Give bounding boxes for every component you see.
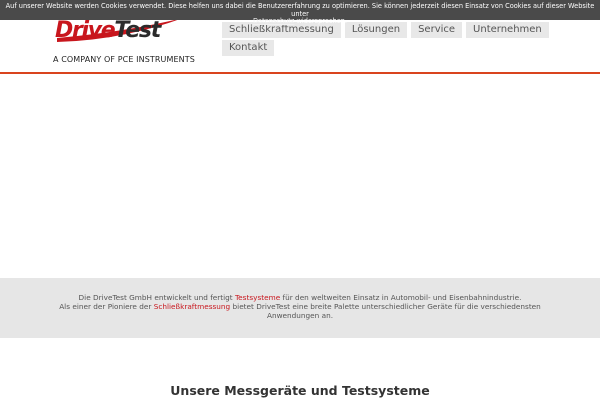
intro-text: für den weltweiten Einsatz in Automobil-… — [282, 293, 522, 302]
drivetest-logo[interactable]: DriveTest A COMPANY OF PCE INSTRUMENTS — [53, 16, 195, 66]
testsysteme-link[interactable]: Testsysteme — [235, 293, 280, 302]
cookie-text-end: widersprechen. — [296, 17, 348, 26]
nav-item-unternehmen[interactable]: Unternehmen — [466, 22, 549, 38]
cookie-notice: Auf unserer Website werden Cookies verwe… — [0, 0, 600, 25]
intro-text: bietet DriveTest eine breite Palette unt… — [232, 301, 541, 320]
privacy-link[interactable]: Datenschutz — [253, 17, 294, 25]
logo-subtitle: A COMPANY OF PCE INSTRUMENTS — [53, 55, 195, 64]
cookie-text: Auf unserer Website werden Cookies verwe… — [5, 2, 595, 18]
intro-text: Die DriveTest GmbH entwickelt und fertig… — [78, 293, 233, 302]
intro-text: Als einer der Pioniere der — [59, 301, 152, 311]
logo-test-text: Test — [114, 18, 161, 43]
logo-drive-text: Drive — [55, 18, 116, 43]
nav-item-kontakt[interactable]: Kontakt — [222, 40, 275, 56]
schliesskraftmessung-link[interactable]: Schließkraftmessung — [154, 302, 231, 311]
section-title: Unsere Messgeräte und Testsysteme — [170, 383, 430, 398]
nav-item-loesungen[interactable]: Lösungen — [344, 22, 408, 38]
intro-band: Die DriveTest GmbH entwickelt und fertig… — [0, 278, 600, 338]
intro-line-2: Als einer der Pioniere der Schließkraftm… — [40, 301, 560, 321]
nav-item-service[interactable]: Service — [411, 22, 463, 38]
logo-wordmark: DriveTest — [55, 18, 161, 44]
main-navigation: Schließkraftmessung Lösungen Service Unt… — [222, 22, 549, 58]
nav-row-2: Kontakt — [222, 40, 522, 56]
